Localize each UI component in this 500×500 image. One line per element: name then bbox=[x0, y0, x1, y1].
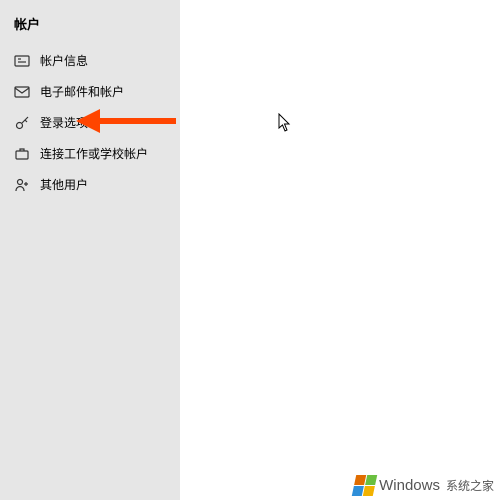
sidebar-item-other-users[interactable]: 其他用户 bbox=[0, 169, 180, 200]
key-icon bbox=[14, 115, 30, 131]
sidebar-item-signin-options[interactable]: 登录选项 bbox=[0, 107, 180, 138]
settings-sidebar: 帐户 帐户信息 电子邮件和帐户 登录选项 bbox=[0, 0, 180, 500]
envelope-icon bbox=[14, 84, 30, 100]
briefcase-icon bbox=[14, 146, 30, 162]
sidebar-item-label: 连接工作或学校帐户 bbox=[40, 145, 166, 162]
sidebar-item-account-info[interactable]: 帐户信息 bbox=[0, 45, 180, 76]
sidebar-title: 帐户 bbox=[0, 8, 180, 45]
person-plus-icon bbox=[14, 177, 30, 193]
sidebar-item-work-school[interactable]: 连接工作或学校帐户 bbox=[0, 138, 180, 169]
sidebar-item-email-accounts[interactable]: 电子邮件和帐户 bbox=[0, 76, 180, 107]
sidebar-item-label: 电子邮件和帐户 bbox=[40, 83, 166, 100]
sidebar-item-label: 登录选项 bbox=[40, 114, 166, 131]
id-card-icon bbox=[14, 53, 30, 69]
sidebar-item-label: 帐户信息 bbox=[40, 52, 166, 69]
sidebar-item-label: 其他用户 bbox=[40, 176, 166, 193]
content-area bbox=[180, 0, 500, 500]
